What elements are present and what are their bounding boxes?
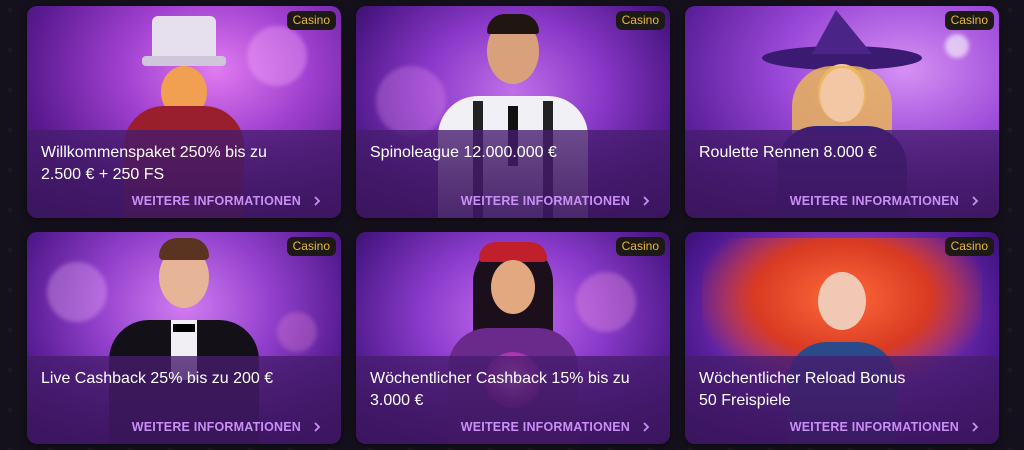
more-info-link[interactable]: WEITERE INFORMATIONEN	[461, 194, 652, 208]
category-badge: Casino	[286, 237, 336, 256]
chevron-right-icon	[314, 422, 321, 432]
more-info-label: WEITERE INFORMATIONEN	[789, 194, 959, 208]
promo-title: Roulette Rennen 8.000 €	[699, 142, 979, 164]
more-info-label: WEITERE INFORMATIONEN	[131, 420, 301, 434]
promo-title: Wöchentlicher Reload Bonus 50 Freispiele	[699, 368, 979, 412]
chevron-right-icon	[643, 422, 650, 432]
category-badge: Casino	[944, 11, 994, 30]
promo-title-line: Wöchentlicher Reload Bonus	[699, 370, 906, 387]
more-info-label: WEITERE INFORMATIONEN	[789, 420, 959, 434]
category-badge: Casino	[615, 11, 665, 30]
more-info-label: WEITERE INFORMATIONEN	[460, 194, 630, 208]
chevron-right-icon	[643, 196, 650, 206]
promo-info-panel: Roulette Rennen 8.000 € WEITERE INFORMAT…	[685, 130, 999, 218]
promo-title: Spinoleague 12.000.000 €	[370, 142, 650, 164]
promo-title: Live Cashback 25% bis zu 200 €	[41, 368, 321, 390]
more-info-label: WEITERE INFORMATIONEN	[131, 194, 301, 208]
promo-title: Willkommenspaket 250% bis zu 2.500 € + 2…	[41, 142, 321, 186]
promo-title: Wöchentlicher Cashback 15% bis zu 3.000 …	[370, 368, 650, 412]
promo-card-live-cashback[interactable]: Casino Live Cashback 25% bis zu 200 € WE…	[27, 232, 341, 444]
promo-card-welcome-package[interactable]: Casino Willkommenspaket 250% bis zu 2.50…	[27, 6, 341, 218]
promo-info-panel: Spinoleague 12.000.000 € WEITERE INFORMA…	[356, 130, 670, 218]
chevron-right-icon	[972, 422, 979, 432]
promo-title-line: Spinoleague 12.000.000 €	[370, 144, 557, 161]
promo-title-line: Live Cashback 25% bis zu 200 €	[41, 370, 274, 387]
promo-title-line: Wöchentlicher Cashback 15% bis zu	[370, 370, 630, 387]
promo-info-panel: Willkommenspaket 250% bis zu 2.500 € + 2…	[27, 130, 341, 218]
category-badge: Casino	[944, 237, 994, 256]
promo-card-weekly-reload[interactable]: Casino Wöchentlicher Reload Bonus 50 Fre…	[685, 232, 999, 444]
promo-card-weekly-cashback[interactable]: Casino Wöchentlicher Cashback 15% bis zu…	[356, 232, 670, 444]
more-info-link[interactable]: WEITERE INFORMATIONEN	[790, 194, 981, 208]
promo-title-line: 2.500 € + 250 FS	[41, 166, 165, 183]
promo-info-panel: Wöchentlicher Cashback 15% bis zu 3.000 …	[356, 356, 670, 444]
promo-card-spinoleague[interactable]: Casino Spinoleague 12.000.000 € WEITERE …	[356, 6, 670, 218]
promo-card-roulette-race[interactable]: Casino Roulette Rennen 8.000 € WEITERE I…	[685, 6, 999, 218]
more-info-link[interactable]: WEITERE INFORMATIONEN	[790, 420, 981, 434]
more-info-link[interactable]: WEITERE INFORMATIONEN	[132, 420, 323, 434]
more-info-link[interactable]: WEITERE INFORMATIONEN	[461, 420, 652, 434]
more-info-link[interactable]: WEITERE INFORMATIONEN	[132, 194, 323, 208]
promo-info-panel: Wöchentlicher Reload Bonus 50 Freispiele…	[685, 356, 999, 444]
promo-title-line: 3.000 €	[370, 392, 424, 409]
more-info-label: WEITERE INFORMATIONEN	[460, 420, 630, 434]
chevron-right-icon	[314, 196, 321, 206]
category-badge: Casino	[615, 237, 665, 256]
promo-title-line: Willkommenspaket 250% bis zu	[41, 144, 267, 161]
category-badge: Casino	[286, 11, 336, 30]
promo-info-panel: Live Cashback 25% bis zu 200 € WEITERE I…	[27, 356, 341, 444]
promo-title-line: Roulette Rennen 8.000 €	[699, 144, 877, 161]
chevron-right-icon	[972, 196, 979, 206]
promo-title-line: 50 Freispiele	[699, 392, 791, 409]
